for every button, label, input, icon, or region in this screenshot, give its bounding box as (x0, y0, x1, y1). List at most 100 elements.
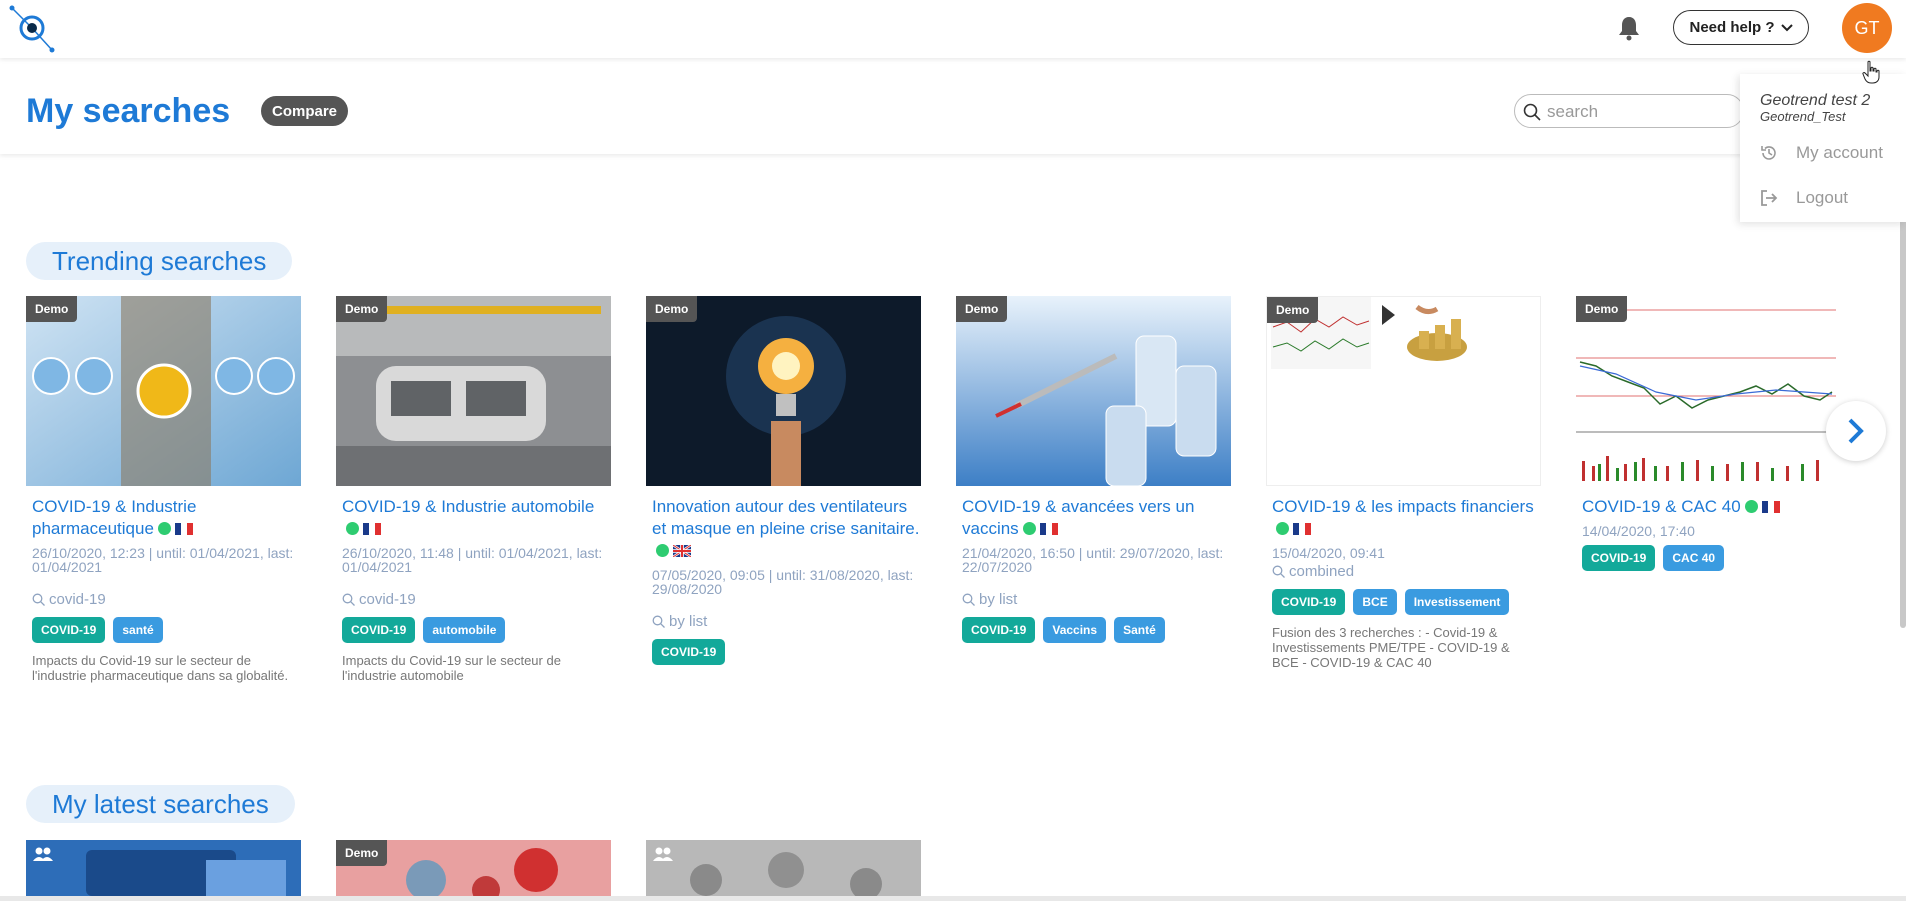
card-date: 26/10/2020, 12:23 | until: 01/04/2021, l… (32, 545, 294, 575)
page-title: My searches (26, 92, 231, 130)
card-tags: COVID-19 automobile (342, 617, 506, 643)
card-tags: COVID-19 BCE Investissement (1272, 589, 1510, 615)
card-query: by list (652, 613, 707, 630)
search-input[interactable] (1547, 99, 1727, 125)
horizontal-scrollbar[interactable] (0, 896, 1906, 901)
france-flag-icon (174, 523, 193, 535)
card-description: Impacts du Covid-19 sur le secteur de l'… (32, 653, 289, 683)
card-query: covid-19 (32, 591, 106, 608)
chevron-right-icon (1848, 418, 1864, 444)
card-query-text: covid-19 (49, 591, 106, 608)
card-image[interactable]: Demo (26, 296, 301, 486)
tag[interactable]: COVID-19 (1582, 545, 1656, 571)
card-image[interactable]: Demo (1576, 296, 1851, 486)
demo-badge: Demo (26, 296, 78, 322)
search-icon (32, 593, 45, 606)
tag[interactable]: Vaccins (1043, 617, 1107, 643)
history-icon (1761, 146, 1776, 160)
search-icon (962, 593, 975, 606)
bell-icon[interactable] (1617, 15, 1641, 41)
card-image[interactable]: Demo (1266, 296, 1541, 486)
tag[interactable]: COVID-19 (32, 617, 106, 643)
card-title-text: COVID-19 & Industrie pharmaceutique (32, 497, 197, 538)
avatar[interactable]: GT (1842, 3, 1892, 53)
card-tags: COVID-19 CAC 40 (1582, 545, 1725, 571)
active-status-dot (656, 544, 669, 557)
card-date: 14/04/2020, 17:40 (1582, 523, 1695, 539)
france-flag-icon (1761, 501, 1780, 513)
card-image[interactable]: Demo (336, 296, 611, 486)
card-date: 07/05/2020, 09:05 | until: 31/08/2020, l… (652, 567, 914, 597)
card-tags: COVID-19 santé (32, 617, 163, 643)
search-icon (652, 615, 665, 628)
active-status-dot (1744, 500, 1758, 513)
demo-badge: Demo (956, 296, 1008, 322)
card-query: combined (1272, 563, 1354, 580)
latest-card-image[interactable] (646, 840, 921, 896)
hand-cursor-icon (1862, 60, 1880, 84)
carousel-next-button[interactable] (1826, 401, 1886, 461)
tag[interactable]: BCE (1353, 589, 1397, 615)
card-query-text: combined (1289, 563, 1355, 580)
card-image[interactable]: Demo (646, 296, 921, 486)
tag[interactable]: COVID-19 (342, 617, 416, 643)
active-status-dot (157, 522, 171, 535)
card-title-text: COVID-19 & avancées vers un vaccins (962, 497, 1195, 538)
card-query-text: by list (979, 591, 1018, 608)
need-help-button[interactable]: Need help ? (1673, 10, 1809, 45)
trending-searches-heading: Trending searches (26, 242, 293, 280)
tag[interactable]: CAC 40 (1663, 545, 1725, 571)
card-query: covid-19 (342, 591, 416, 608)
latest-card-image[interactable] (26, 840, 301, 896)
france-flag-icon (1039, 523, 1058, 535)
shared-users-icon (33, 847, 53, 861)
demo-badge: Demo (336, 840, 388, 866)
page-header: My searches Compare (0, 58, 1906, 154)
need-help-label: Need help ? (1689, 19, 1775, 36)
tag[interactable]: COVID-19 (962, 617, 1036, 643)
card-title[interactable]: COVID-19 & Industrie pharmaceutique (32, 496, 300, 540)
tag[interactable]: Investissement (1404, 589, 1510, 615)
tag[interactable]: COVID-19 (1272, 589, 1346, 615)
latest-searches-heading: My latest searches (26, 785, 295, 823)
tag[interactable]: Santé (1114, 617, 1165, 643)
card-title[interactable]: Innovation autour des ventilateurs et ma… (652, 496, 920, 562)
card-title-text: COVID-19 & les impacts financiers (1272, 497, 1534, 516)
france-flag-icon (1293, 523, 1311, 535)
top-bar: Need help ? GT (0, 0, 1906, 58)
demo-badge: Demo (336, 296, 388, 322)
france-flag-icon (363, 523, 381, 535)
card-title[interactable]: COVID-19 & Industrie automobile (342, 496, 610, 540)
logout-label: Logout (1796, 188, 1848, 207)
user-org: Geotrend_Test (1760, 109, 1846, 124)
tag[interactable]: automobile (423, 617, 506, 643)
geotrend-logo-icon[interactable] (8, 4, 58, 54)
card-description: Impacts du Covid-19 sur le secteur de l'… (342, 653, 561, 683)
card-query: by list (962, 591, 1017, 608)
shared-users-icon (653, 847, 673, 861)
search-icon (1272, 565, 1285, 578)
uk-flag-icon (673, 545, 691, 557)
card-image[interactable]: Demo (956, 296, 1231, 486)
card-tags: COVID-19 Vaccins Santé (962, 617, 1165, 643)
card-title[interactable]: COVID-19 & CAC 40 (1582, 496, 1850, 518)
active-status-dot (346, 522, 359, 535)
search-icon (342, 593, 355, 606)
my-account-menu-item[interactable]: My account (1760, 140, 1906, 166)
user-menu: Geotrend test 2 Geotrend_Test My account… (1740, 74, 1906, 222)
latest-card-image[interactable]: Demo (336, 840, 611, 896)
my-account-label: My account (1796, 143, 1883, 162)
tag[interactable]: santé (113, 617, 163, 643)
card-description: Fusion des 3 recherches : - Covid-19 & I… (1272, 625, 1510, 670)
demo-badge: Demo (646, 296, 698, 322)
logout-menu-item[interactable]: Logout (1760, 185, 1906, 211)
card-title[interactable]: COVID-19 & avancées vers un vaccins (962, 496, 1230, 540)
card-title[interactable]: COVID-19 & les impacts financiers (1272, 496, 1540, 540)
search-icon (1523, 103, 1541, 121)
tag[interactable]: COVID-19 (652, 639, 726, 665)
card-query-text: covid-19 (359, 591, 416, 608)
card-date: 15/04/2020, 09:41 (1272, 545, 1385, 561)
card-title-text: Innovation autour des ventilateurs et ma… (652, 497, 920, 538)
compare-button[interactable]: Compare (261, 96, 348, 126)
search-box[interactable] (1514, 94, 1744, 128)
